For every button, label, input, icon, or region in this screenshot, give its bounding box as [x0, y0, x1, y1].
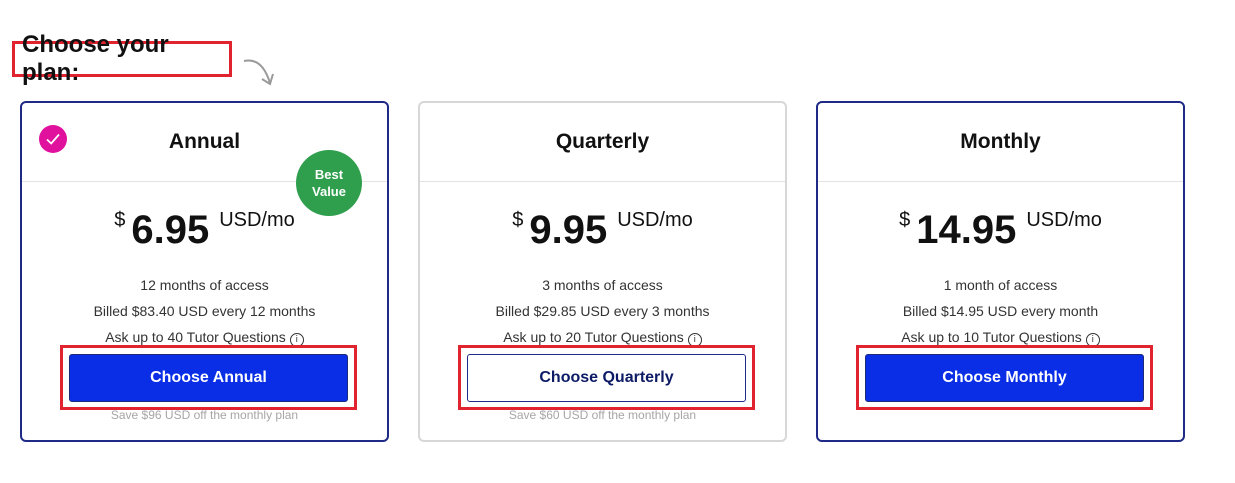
plan-card-quarterly[interactable]: Quarterly $ 9.95 USD/mo 3 months of acce… [418, 101, 787, 442]
plan-name: Quarterly [555, 130, 650, 153]
plan-card-monthly[interactable]: Monthly $ 14.95 USD/mo 1 month of access… [816, 101, 1185, 442]
page-title: Choose your plan: [12, 31, 232, 86]
price-unit: USD/mo [1026, 209, 1102, 231]
plan-details: 1 month of access Billed $14.95 USD ever… [818, 272, 1183, 350]
choose-quarterly-button[interactable]: Choose Quarterly [467, 353, 746, 402]
plan-details: 12 months of access Billed $83.40 USD ev… [22, 272, 387, 350]
billing-info: Billed $83.40 USD every 12 months [93, 303, 316, 319]
price-unit: USD/mo [617, 209, 693, 231]
button-highlight: Choose Annual [60, 345, 357, 410]
currency-symbol: $ [899, 209, 911, 231]
plan-details: 3 months of access Billed $29.85 USD eve… [420, 272, 785, 350]
currency-symbol: $ [512, 209, 524, 231]
tutor-questions-text: Ask up to 40 Tutor Questions [105, 329, 286, 345]
plan-header: Annual Best Value [22, 103, 387, 216]
best-value-badge: Best Value [296, 150, 362, 216]
currency-symbol: $ [114, 209, 126, 231]
price-amount: 14.95 [916, 208, 1017, 252]
savings-note: Save $60 USD off the monthly plan [508, 408, 697, 422]
page-title-text: Choose your plan: [22, 31, 169, 86]
tutor-questions-text: Ask up to 10 Tutor Questions [901, 329, 1082, 345]
checkmark-icon [39, 125, 67, 153]
price-amount: 6.95 [131, 208, 210, 252]
price: $ 9.95 USD/mo [420, 206, 785, 256]
button-highlight: Choose Monthly [856, 345, 1153, 410]
plan-name: Annual [168, 130, 241, 153]
savings-note: Save $96 USD off the monthly plan [110, 408, 299, 422]
choose-monthly-button[interactable]: Choose Monthly [865, 353, 1144, 402]
plan-header: Monthly [818, 103, 1183, 182]
access-duration: 12 months of access [140, 277, 269, 293]
plan-card-annual[interactable]: Annual Best Value $ 6.95 USD/mo 12 month… [20, 101, 389, 442]
plan-header: Quarterly [420, 103, 785, 182]
access-duration: 1 month of access [943, 277, 1058, 293]
billing-info: Billed $14.95 USD every month [902, 303, 1099, 319]
button-highlight: Choose Quarterly [458, 345, 755, 410]
badge-line: Best [314, 167, 344, 182]
billing-info: Billed $29.85 USD every 3 months [495, 303, 710, 319]
price-unit: USD/mo [219, 209, 295, 231]
choose-annual-button[interactable]: Choose Annual [69, 353, 348, 402]
price-amount: 9.95 [529, 208, 608, 252]
badge-line: Value [312, 184, 346, 199]
tutor-questions-text: Ask up to 20 Tutor Questions [503, 329, 684, 345]
access-duration: 3 months of access [542, 277, 663, 293]
plan-name: Monthly [960, 130, 1041, 153]
price: $ 14.95 USD/mo [818, 206, 1183, 256]
curved-arrow-icon [243, 59, 274, 86]
